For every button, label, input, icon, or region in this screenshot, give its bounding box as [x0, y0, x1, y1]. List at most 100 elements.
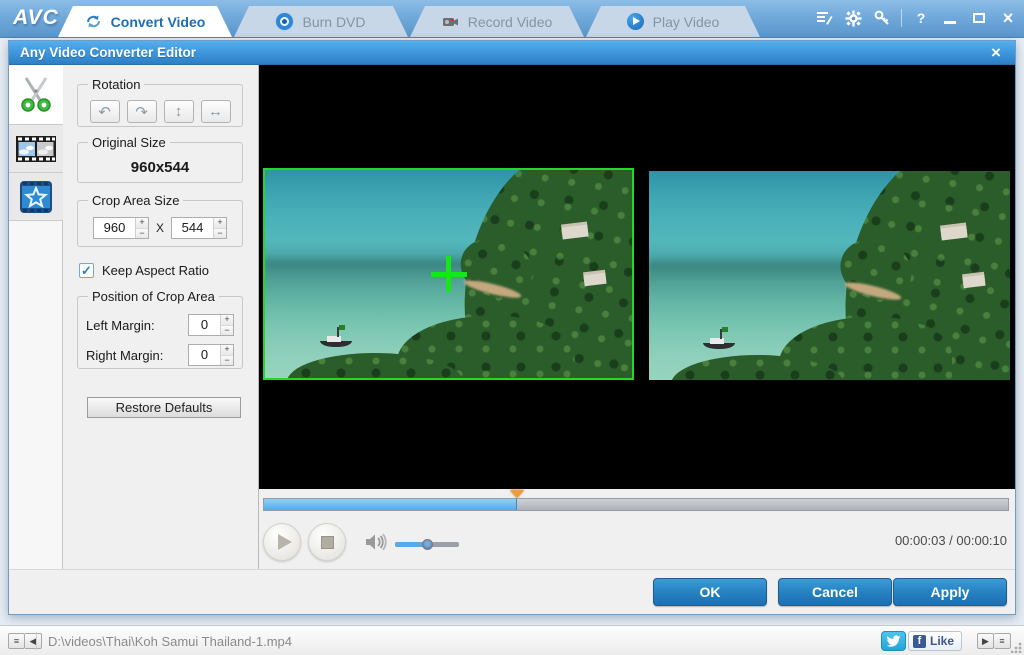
seek-progress-fill [264, 499, 517, 510]
cancel-button[interactable]: Cancel [778, 578, 892, 606]
statusbar-divider [36, 632, 37, 650]
main-window-tab-bar: AVC Convert Video Burn DVD [0, 0, 1024, 38]
video-preview-area: 00:00:03 / 00:00:10 [259, 65, 1015, 571]
twitter-button[interactable] [881, 631, 906, 651]
crop-width-increment-button[interactable]: + [136, 218, 148, 229]
crop-width-spinner: 960 + − [93, 217, 149, 239]
main-tabs: Convert Video Burn DVD Record Video [58, 6, 760, 37]
tab-burn-dvd-label: Burn DVD [302, 14, 365, 30]
expand-button[interactable]: ▶ [977, 633, 994, 649]
video-still-left [265, 170, 632, 378]
dvd-disc-icon [276, 13, 293, 30]
volume-fill [395, 542, 427, 547]
close-window-icon[interactable]: × [998, 8, 1018, 28]
original-size-value: 960x544 [84, 159, 236, 176]
seek-track[interactable] [263, 498, 1009, 511]
tab-burn-dvd[interactable]: Burn DVD [234, 6, 408, 37]
volume-speaker-icon[interactable] [365, 532, 387, 557]
keep-aspect-ratio-label: Keep Aspect Ratio [102, 263, 209, 278]
minimize-icon[interactable] [940, 8, 960, 28]
right-margin-increment-button[interactable]: + [221, 345, 233, 356]
flip-vertical-button[interactable]: ↕ [164, 100, 194, 123]
left-margin-decrement-button[interactable]: − [221, 326, 233, 336]
maximize-icon[interactable] [969, 8, 989, 28]
tab-convert-video-label: Convert Video [111, 14, 206, 30]
crop-position-label: Position of Crop Area [88, 289, 219, 304]
time-display: 00:00:03 / 00:00:10 [895, 533, 1007, 548]
settings-gear-icon[interactable] [843, 8, 863, 28]
facebook-like-button[interactable]: f Like [908, 631, 962, 651]
crop-size-separator: X [156, 221, 164, 235]
restore-defaults-button[interactable]: Restore Defaults [87, 397, 241, 418]
collapse-button[interactable]: ◀ [25, 633, 42, 649]
keep-aspect-ratio-checkbox[interactable]: ✓ [79, 263, 94, 278]
rotate-left-button[interactable]: ↶ [90, 100, 120, 123]
camera-icon [442, 13, 459, 30]
tab-convert-video[interactable]: Convert Video [58, 6, 232, 37]
crop-height-input[interactable]: 544 [172, 218, 213, 238]
twitter-bird-icon [886, 635, 901, 648]
effects-tool-button[interactable] [9, 173, 63, 221]
right-margin-input[interactable]: 0 [189, 345, 220, 365]
crop-area-size-group: Crop Area Size 960 + − X 544 [77, 193, 243, 247]
original-size-group: Original Size 960x544 [77, 135, 243, 183]
rotation-group: Rotation ↶ ↷ ↕ ↔ [77, 77, 243, 127]
current-file-path: D:\videos\Thai\Koh Samui Thailand-1.mp4 [48, 634, 292, 649]
seek-marker-icon[interactable] [510, 490, 524, 498]
keep-aspect-ratio-row: ✓ Keep Aspect Ratio [79, 263, 209, 278]
right-margin-label: Right Margin: [86, 348, 163, 363]
rotate-right-button[interactable]: ↷ [127, 100, 157, 123]
editor-dialog-title: Any Video Converter Editor [9, 45, 196, 60]
tab-record-video[interactable]: Record Video [410, 6, 584, 37]
crop-height-decrement-button[interactable]: − [214, 229, 226, 239]
crop-crosshair-icon[interactable] [431, 256, 467, 292]
trim-tool-button[interactable] [9, 65, 63, 125]
menu-icon: ≡ [14, 636, 19, 646]
right-margin-spinner: 0 + − [188, 344, 234, 366]
crop-tool-button[interactable] [9, 125, 63, 173]
list-menu-button[interactable]: ≡ [8, 633, 25, 649]
seek-bar[interactable] [263, 489, 1009, 511]
original-size-label: Original Size [88, 135, 170, 150]
stop-button[interactable] [308, 523, 346, 561]
scissors-icon [18, 76, 54, 114]
stop-icon [321, 536, 334, 549]
left-margin-increment-button[interactable]: + [221, 315, 233, 326]
apply-button[interactable]: Apply [893, 578, 1007, 606]
help-icon[interactable]: ? [911, 8, 931, 28]
facebook-icon: f [913, 635, 926, 648]
video-still-right [649, 171, 1010, 380]
crop-width-decrement-button[interactable]: − [136, 229, 148, 239]
convert-arrows-icon [85, 13, 102, 30]
queue-menu-button[interactable]: ≡ [994, 633, 1011, 649]
volume-track[interactable] [395, 542, 459, 547]
key-icon[interactable] [872, 8, 892, 28]
edit-list-icon[interactable] [814, 8, 834, 28]
crop-preview-frame[interactable] [263, 168, 634, 380]
avc-logo: AVC [13, 6, 59, 30]
video-screen [259, 65, 1015, 489]
ok-button[interactable]: OK [653, 578, 767, 606]
house-shape [962, 274, 985, 288]
play-button[interactable] [263, 523, 301, 561]
play-circle-icon [627, 13, 644, 30]
status-bar: ≡ ◀ D:\videos\Thai\Koh Samui Thailand-1.… [0, 625, 1024, 655]
filmstrip-icon [16, 136, 56, 162]
editor-footer: OK Cancel Apply [9, 569, 1015, 614]
crop-position-group: Position of Crop Area Left Margin: 0 + − [77, 289, 243, 369]
volume-knob[interactable] [422, 539, 433, 550]
editor-close-icon[interactable]: × [985, 42, 1007, 64]
left-margin-input[interactable]: 0 [189, 315, 220, 335]
queue-menu-icon: ≡ [999, 636, 1004, 646]
left-margin-spinner: 0 + − [188, 314, 234, 336]
crop-width-input[interactable]: 960 [94, 218, 135, 238]
right-margin-decrement-button[interactable]: − [221, 356, 233, 366]
flip-horizontal-button[interactable]: ↔ [201, 100, 231, 123]
facebook-like-label: Like [930, 634, 954, 648]
crop-area-size-label: Crop Area Size [88, 193, 183, 208]
boat-shape [703, 327, 735, 349]
resize-grip[interactable] [1011, 642, 1022, 653]
volume-slider[interactable] [395, 539, 459, 550]
crop-height-increment-button[interactable]: + [214, 218, 226, 229]
tab-play-video[interactable]: Play Video [586, 6, 760, 37]
